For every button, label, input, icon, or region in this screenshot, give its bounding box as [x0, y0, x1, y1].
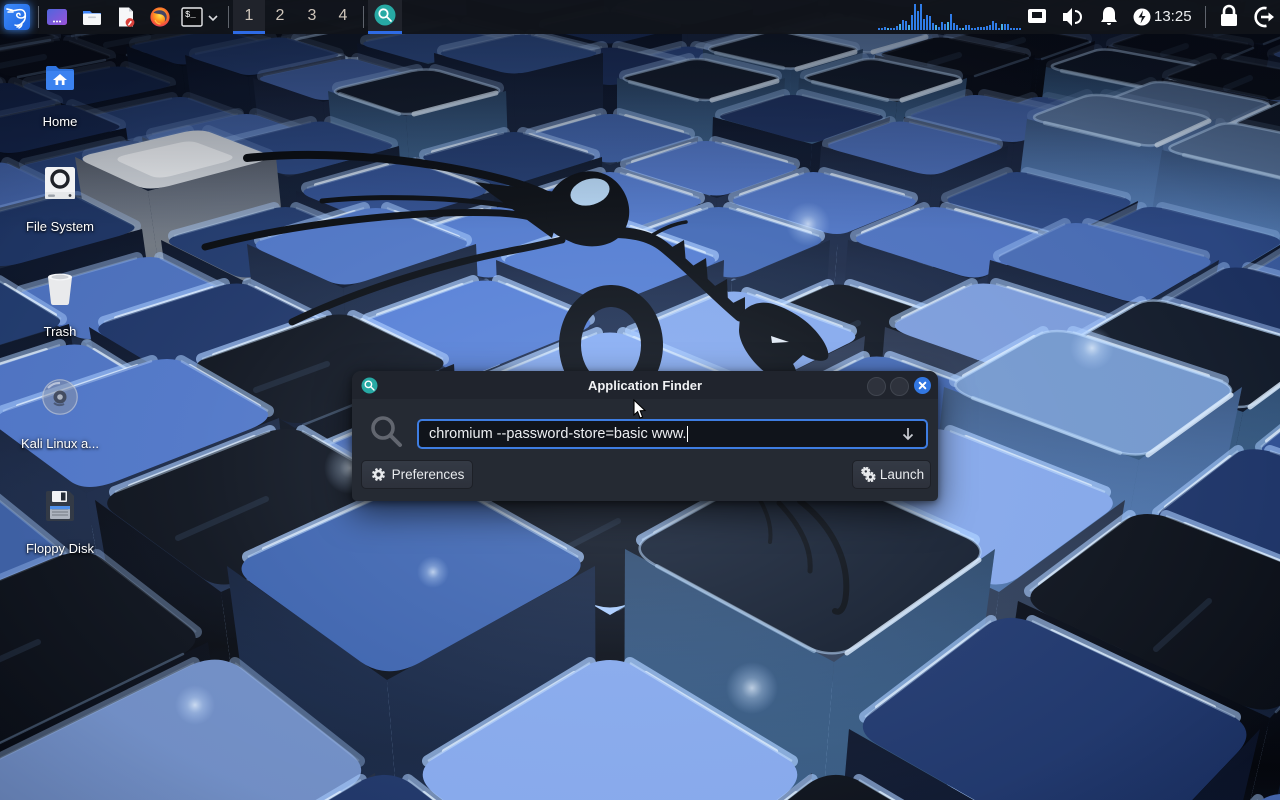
svg-text:$_: $_	[185, 10, 196, 20]
